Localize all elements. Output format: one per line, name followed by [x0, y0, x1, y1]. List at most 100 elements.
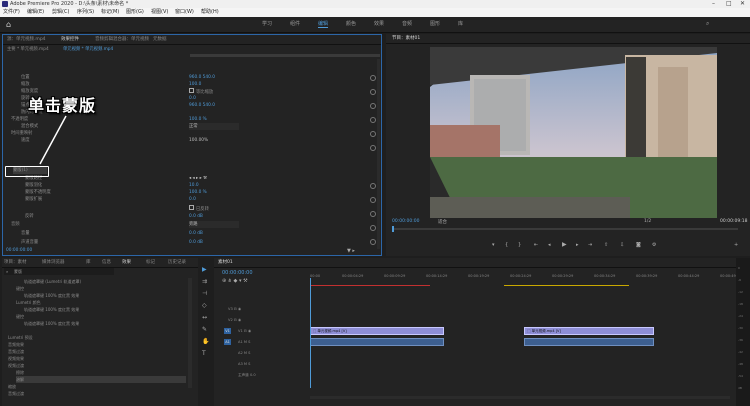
effects-folder[interactable]: 视频效果: [8, 355, 24, 362]
hand-icon[interactable]: ✋: [202, 338, 209, 345]
effects-list-item[interactable]: 轨道遮罩键 (Lumetri 轨道遮罩): [24, 278, 81, 285]
opacity-value[interactable]: 100.0 %: [189, 116, 207, 123]
track-header-v2[interactable]: V2 ⊟ ◉: [228, 318, 241, 322]
effect-row-mask-expand[interactable]: 蒙版扩展: [25, 196, 42, 203]
effect-row-speed[interactable]: 速度: [21, 137, 30, 144]
step-back-icon[interactable]: ◂: [548, 242, 551, 248]
timeline-zoom-scrollbar[interactable]: [310, 396, 730, 399]
tab-metadata[interactable]: 元数据: [153, 35, 167, 44]
close-button[interactable]: ✕: [740, 0, 745, 8]
program-monitor-title[interactable]: 节目：素材01: [392, 34, 420, 43]
tab-effect-controls[interactable]: 效果控件: [61, 35, 79, 44]
effect-row-invert[interactable]: 反转: [25, 213, 34, 220]
effects-list-item[interactable]: 轨道遮罩键 100% 度红黑 效果: [24, 306, 79, 313]
type-tool-icon[interactable]: T: [202, 350, 206, 357]
tab-libraries[interactable]: 库: [86, 258, 91, 267]
effects-folder[interactable]: 视频过渡: [8, 362, 24, 369]
mini-timeline-bar[interactable]: [190, 54, 380, 57]
reset-icon[interactable]: [370, 197, 376, 203]
search-icon[interactable]: ⌕: [706, 20, 709, 28]
workspace-tab-libraries[interactable]: 库: [458, 20, 463, 27]
effects-search-input[interactable]: ⌕ 蒙版: [4, 268, 114, 275]
effect-row-volume[interactable]: 音量: [21, 230, 30, 237]
menu-clip[interactable]: 剪辑(C): [52, 8, 69, 17]
extract-icon[interactable]: ⇩: [620, 242, 624, 248]
tab-history[interactable]: 历史记录: [168, 258, 186, 267]
workspace-tab-assembly[interactable]: 组件: [290, 20, 300, 27]
marker-icon[interactable]: ▾: [492, 242, 495, 248]
effect-row-mask-opacity[interactable]: 蒙版不透明度: [25, 189, 51, 196]
invert-checkbox[interactable]: 已反转: [189, 205, 209, 212]
reset-icon[interactable]: [370, 183, 376, 189]
settings-icon[interactable]: ⚙: [652, 242, 656, 248]
master-track-header[interactable]: 主声道 0.0: [238, 373, 256, 378]
menu-file[interactable]: 文件(F): [3, 8, 20, 17]
slip-icon[interactable]: ↔: [202, 314, 207, 321]
effects-folder[interactable]: 音频过渡: [8, 348, 24, 355]
workspace-tab-editing[interactable]: 编辑: [318, 20, 329, 28]
volume-mode-dropdown[interactable]: 旁路: [189, 221, 239, 228]
quality-dropdown[interactable]: 1/2: [644, 219, 651, 224]
effects-folder[interactable]: 缩放: [8, 383, 16, 390]
effects-list-item[interactable]: 键控: [16, 313, 24, 320]
menu-sequence[interactable]: 序列(S): [77, 8, 94, 17]
go-to-in-icon[interactable]: ⇤: [534, 242, 538, 248]
scrollbar[interactable]: [188, 278, 192, 388]
source-patch-a1[interactable]: A1: [224, 339, 231, 345]
reset-icon[interactable]: [370, 117, 376, 123]
program-video-frame[interactable]: [430, 47, 717, 218]
video-clip[interactable]: ⬚ 单元视频.mp4 [V]: [310, 327, 445, 335]
mask-path-controls[interactable]: ◂ ◂ ▸ ▸ ⚒: [189, 175, 207, 182]
program-timecode-left[interactable]: 00:00:00:00: [392, 219, 419, 224]
menu-markers[interactable]: 标记(M): [101, 8, 119, 17]
timeline-timecode[interactable]: 00:00:00:00: [222, 270, 253, 276]
effect-controls-timecode[interactable]: 00:00:00:00: [6, 248, 32, 253]
source-patch-v1[interactable]: V1: [224, 328, 231, 334]
fit-dropdown[interactable]: 适合: [438, 219, 447, 225]
menu-view[interactable]: 视图(V): [151, 8, 168, 17]
rotation-value[interactable]: 0.0: [189, 95, 196, 102]
blend-mode-dropdown[interactable]: 正常: [189, 123, 239, 130]
out-point-icon[interactable]: }: [518, 242, 521, 248]
play-icon[interactable]: ▶: [562, 241, 567, 248]
reset-icon[interactable]: [370, 145, 376, 151]
tab-audio-mixer[interactable]: 音频剪辑混合器：单元视频: [95, 35, 149, 44]
workspace-tab-effects[interactable]: 效果: [374, 20, 384, 27]
track-header-a1[interactable]: A1 M S: [238, 340, 250, 344]
track-select-icon[interactable]: ⇉: [202, 278, 207, 285]
left-volume-value[interactable]: 0.0 dB: [189, 230, 203, 237]
tab-project[interactable]: 项目：素材: [4, 258, 27, 267]
pen-icon[interactable]: ✎: [202, 326, 207, 333]
effects-list-item[interactable]: Lumetri 颜色: [16, 299, 41, 306]
selection-tool-icon[interactable]: ▶: [202, 266, 207, 273]
sequence-clip-label[interactable]: 单元视频 * 单元视频.mp4: [63, 46, 113, 52]
track-header-a2[interactable]: A2 M S: [238, 351, 250, 355]
track-header-a3[interactable]: A3 M S: [238, 362, 250, 366]
tab-effects[interactable]: 效果: [122, 258, 131, 267]
reset-icon[interactable]: [370, 131, 376, 137]
reset-icon[interactable]: [370, 225, 376, 231]
speed-value[interactable]: 100.00%: [189, 137, 208, 144]
mask-feather-value[interactable]: 10.0: [189, 182, 199, 189]
scale-value[interactable]: 100.0: [189, 81, 201, 88]
maximize-button[interactable]: □: [726, 0, 732, 8]
reset-icon[interactable]: [370, 89, 376, 95]
uniform-scale-checkbox[interactable]: 等比缩放: [189, 88, 213, 95]
tab-markers[interactable]: 标记: [146, 258, 155, 267]
anchor-value[interactable]: 960.0 540.0: [189, 102, 215, 109]
menu-edit[interactable]: 编辑(E): [27, 8, 44, 17]
workspace-tab-learn[interactable]: 学习: [262, 20, 272, 27]
reset-icon[interactable]: [370, 239, 376, 245]
lift-icon[interactable]: ⇧: [604, 242, 608, 248]
menu-help[interactable]: 帮助(H): [201, 8, 219, 17]
position-value[interactable]: 960.0 540.0: [189, 74, 215, 81]
tab-source[interactable]: 源：单元视频.mp4: [7, 35, 46, 44]
reset-icon[interactable]: [370, 75, 376, 81]
audio-clip[interactable]: [310, 338, 445, 346]
effect-row-channel-volume[interactable]: 声道音量: [21, 239, 38, 246]
in-point-icon[interactable]: {: [505, 242, 508, 248]
workspace-tab-audio[interactable]: 音频: [402, 20, 412, 27]
effects-folder[interactable]: 音频过渡: [8, 390, 24, 397]
effect-row-position[interactable]: 位置: [21, 74, 30, 81]
scrollbar[interactable]: [377, 59, 380, 249]
